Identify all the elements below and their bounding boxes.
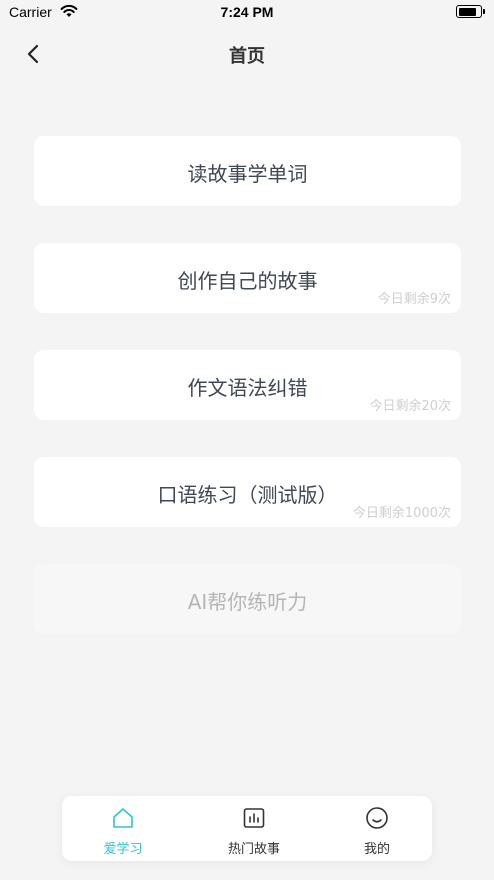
tab-popular-stories[interactable]: 热门故事 [204,796,304,861]
tab-bar: 爱学习 热门故事 我的 [62,796,432,861]
battery-icon [456,5,485,18]
menu-grammar-correction[interactable]: 作文语法纠错 今日剩余20次 [34,350,461,420]
menu-create-story[interactable]: 创作自己的故事 今日剩余9次 [34,243,461,313]
tab-label: 热门故事 [227,842,280,857]
home-icon [113,808,133,828]
menu-read-stories-words[interactable]: 读故事学单词 [34,136,461,206]
tab-learn[interactable]: 爱学习 [73,796,173,861]
menu-label: AI帮你练听力 [187,590,308,614]
tab-mine[interactable]: 我的 [327,796,427,861]
page-title: 首页 [229,46,265,67]
chart-icon [243,808,265,828]
quota-remaining: 今日剩余9次 [377,292,451,307]
smiley-icon [366,807,388,829]
quota-remaining: 今日剩余20次 [369,399,451,414]
status-time: 7:24 PM [220,4,274,20]
tab-label: 爱学习 [103,842,143,857]
tab-label: 我的 [363,842,390,857]
status-bar: Carrier 7:24 PM [0,0,494,26]
quota-remaining: 今日剩余1000次 [352,506,451,521]
menu-label: 读故事学单词 [187,162,308,186]
menu-ai-listening[interactable]: AI帮你练听力 [34,564,461,634]
navigation-bar: 首页 [0,34,494,74]
menu-speaking-practice[interactable]: 口语练习（测试版） 今日剩余1000次 [34,457,461,527]
